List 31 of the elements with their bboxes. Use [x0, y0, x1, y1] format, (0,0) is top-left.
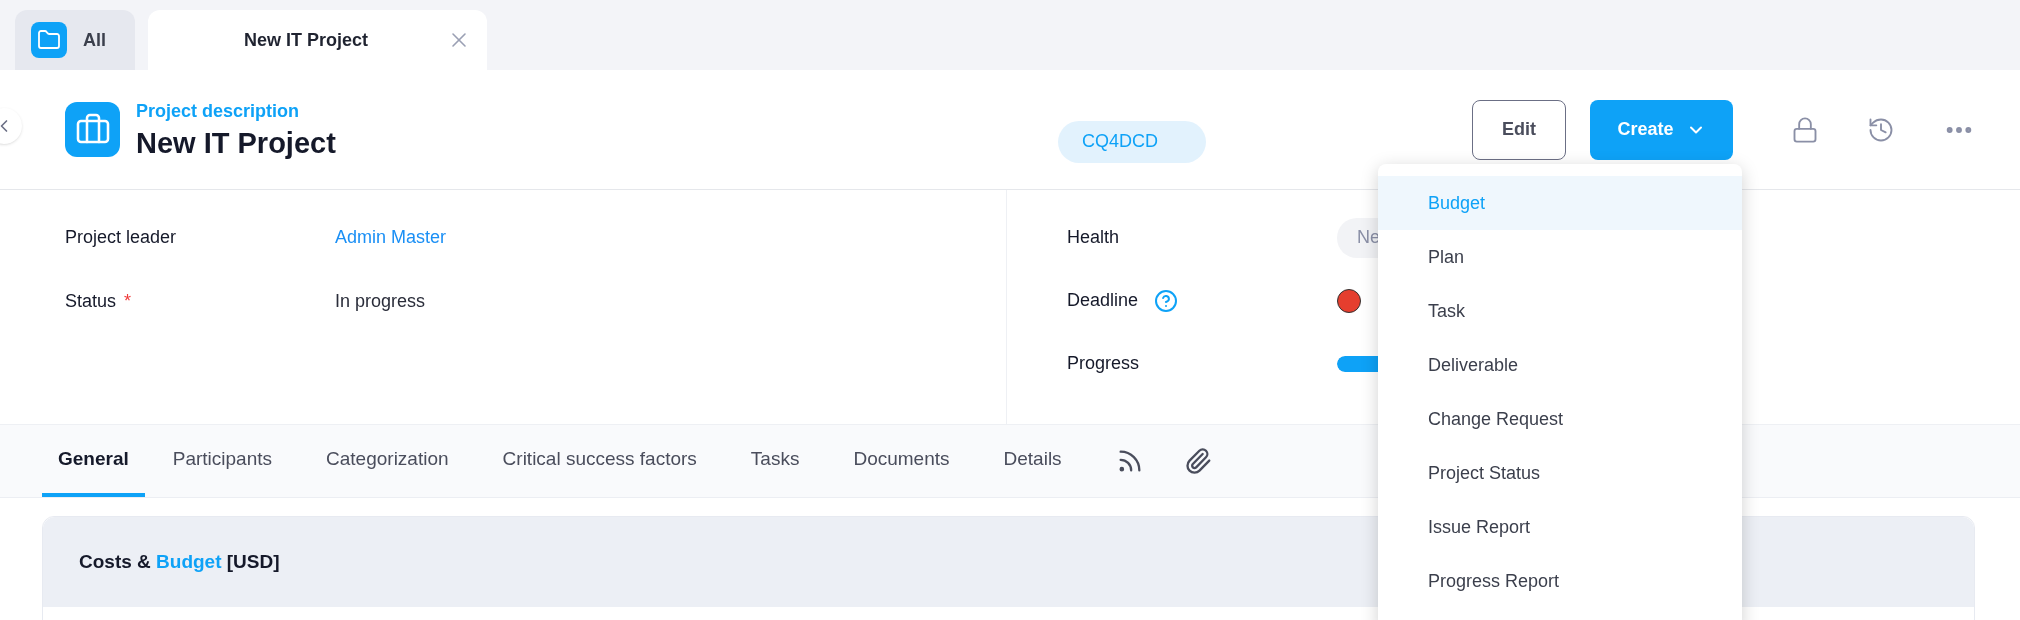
section-tab[interactable]: Tasks — [724, 425, 826, 497]
section-tab[interactable]: Documents — [827, 425, 976, 497]
section-tab[interactable]: Details — [977, 425, 1088, 497]
card-title: Costs & Budget [USD] — [79, 549, 280, 574]
menu-item[interactable]: Project Status — [1378, 446, 1742, 500]
menu-item[interactable]: Task — [1378, 284, 1742, 338]
field-label: Health — [1067, 226, 1120, 249]
edit-button[interactable]: Edit — [1472, 99, 1566, 160]
menu-item[interactable]: Progress Report — [1378, 554, 1742, 608]
section-tab[interactable]: Critical success factors — [476, 425, 723, 497]
code-badge: CQ4DCD — [1058, 120, 1206, 163]
field-label: Project leader — [65, 225, 177, 249]
record-type: Project description — [136, 99, 301, 123]
field-value: In progress — [335, 289, 426, 313]
section-tab[interactable]: General — [42, 425, 145, 497]
field-label: Deadline — [1067, 289, 1139, 312]
field-label: Status — [65, 289, 117, 313]
folder-icon — [31, 22, 67, 58]
menu-item[interactable]: Change Request — [1378, 392, 1742, 446]
section-tab[interactable]: Categorization — [300, 425, 475, 497]
help-icon[interactable] — [1154, 288, 1179, 313]
briefcase-icon — [65, 102, 120, 157]
record-title: New IT Project — [136, 125, 336, 161]
field-label: Progress — [1067, 352, 1140, 375]
section-tab[interactable]: Participants — [146, 425, 299, 497]
menu-item[interactable]: Deliverable — [1378, 338, 1742, 392]
document-tab[interactable]: New IT Project — [148, 10, 487, 70]
required-marker: * — [124, 289, 132, 313]
paperclip-icon[interactable] — [1183, 447, 1212, 475]
document-tab[interactable]: All — [15, 10, 135, 70]
menu-item[interactable]: Issue Report — [1378, 500, 1742, 554]
